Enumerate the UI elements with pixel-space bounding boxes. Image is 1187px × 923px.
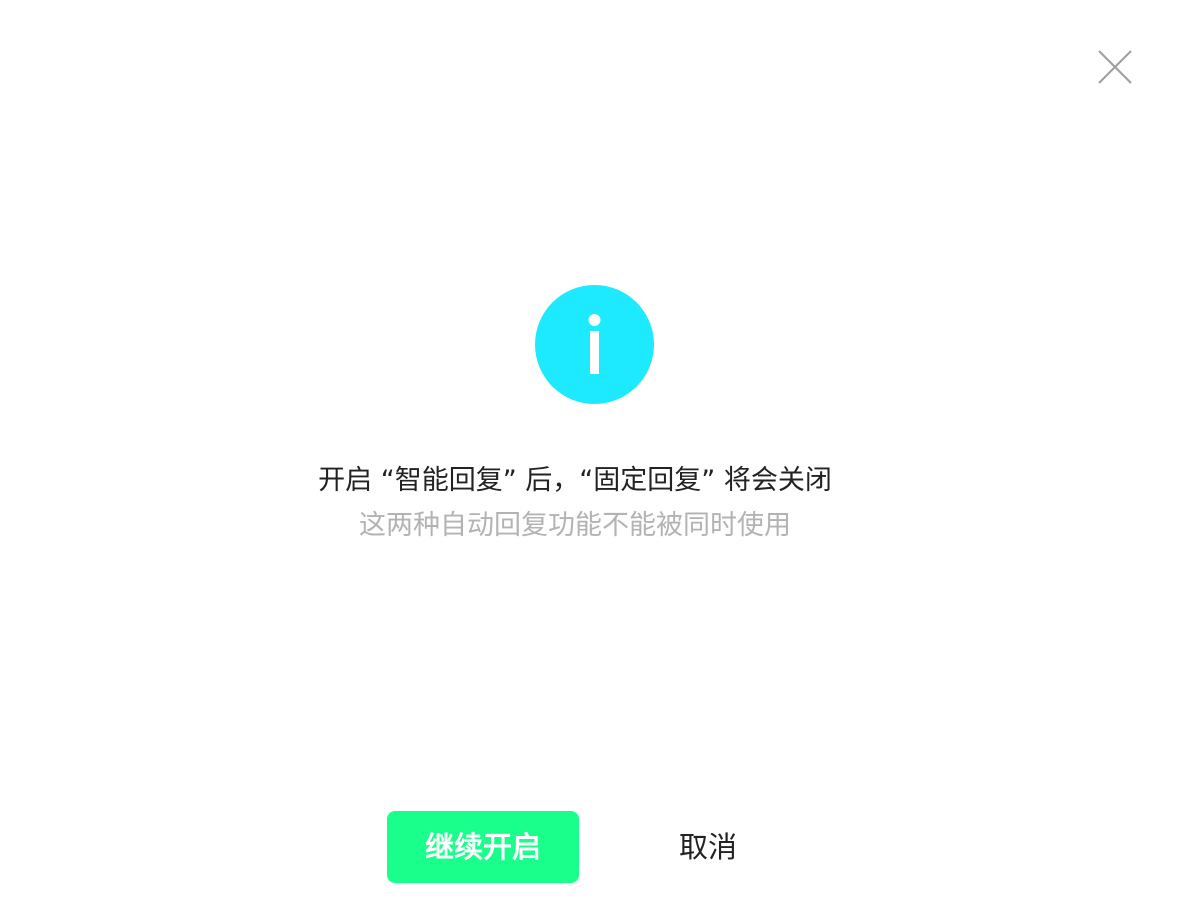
cancel-button[interactable]: 取消 <box>660 811 756 883</box>
close-icon <box>1098 50 1132 84</box>
info-icon <box>535 285 654 404</box>
close-button[interactable] <box>1096 48 1134 86</box>
continue-enable-button[interactable]: 继续开启 <box>387 811 579 883</box>
confirm-dialog: 开启 “智能回复” 后，“固定回复” 将会关闭 这两种自动回复功能不能被同时使用… <box>0 0 1187 923</box>
dialog-submessage: 这两种自动回复功能不能被同时使用 <box>359 510 791 541</box>
dialog-message: 开启 “智能回复” 后，“固定回复” 将会关闭 <box>318 465 832 496</box>
